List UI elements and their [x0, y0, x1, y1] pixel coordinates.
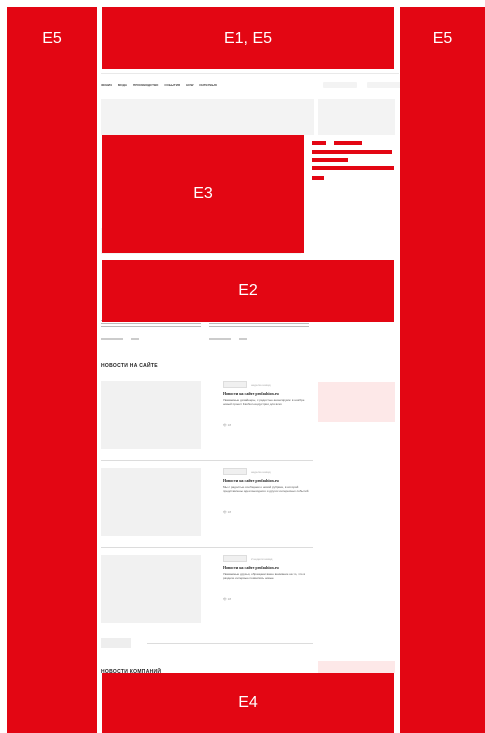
side-tag-2	[334, 141, 362, 145]
news-divider	[101, 547, 313, 548]
news-date: неделю назад	[251, 469, 271, 474]
nav-button-1[interactable]	[323, 82, 357, 88]
side-tag-3	[312, 150, 392, 154]
main-nav: ФИНИЗ МОДА ПРОИЗВОДСТВО СОБЫТИЯ HOW ИНТЕ…	[101, 79, 401, 91]
card-meta-date-bar-2	[209, 338, 231, 340]
annotation-e4-bottom: E4	[102, 673, 394, 733]
side-tag-6	[312, 176, 324, 180]
ad-banner-1[interactable]	[318, 382, 395, 422]
annotation-e2-banner: E2	[102, 260, 394, 322]
side-tag-1	[312, 141, 326, 145]
side-tag-5	[312, 166, 394, 170]
annotation-label: E3	[193, 185, 213, 202]
news-views: 👁 18	[223, 423, 231, 427]
news-date-row: неделю назад	[223, 468, 271, 475]
annotation-label: E1, E5	[223, 30, 273, 47]
news-excerpt: Мы с радостью сообщаем о новой рубрике, …	[223, 485, 309, 493]
news-views-count: 18	[227, 423, 231, 427]
annotation-label: E2	[238, 282, 258, 299]
news-thumbnail[interactable]	[101, 555, 201, 623]
website-background: ФИНИЗ МОДА ПРОИЗВОДСТВО СОБЫТИЯ HOW ИНТЕ…	[97, 0, 401, 733]
news-views-count: 18	[227, 510, 231, 514]
news-thumbnail[interactable]	[101, 381, 201, 449]
annotation-e3-hero: E3	[102, 135, 304, 253]
annotation-label: E4	[238, 694, 258, 711]
nav-item-3[interactable]: СОБЫТИЯ	[164, 83, 180, 87]
news-date: 2 недели назад	[251, 556, 273, 561]
news-date-row: 2 недели назад	[223, 555, 272, 562]
annotation-e5-right: E5	[400, 7, 485, 733]
news-divider	[101, 460, 313, 461]
news-views: 👁 18	[223, 597, 231, 601]
load-more-divider	[147, 643, 313, 644]
nav-item-5[interactable]: ИНТЕРВЬЮ	[199, 83, 217, 87]
news-thumbnail[interactable]	[101, 468, 201, 536]
news-excerpt: Уважаемые дизайнеры, с радостью анонсиру…	[223, 398, 305, 406]
nav-item-4[interactable]: HOW	[186, 83, 193, 87]
annotation-e5-left: E5	[7, 7, 97, 733]
hero-placeholder-top	[101, 99, 314, 135]
annotation-e1-e5-top: E1, E5	[102, 7, 394, 69]
nav-item-1[interactable]: МОДА	[118, 83, 127, 87]
load-more-button[interactable]	[101, 638, 131, 648]
news-title[interactable]: Новости на сайте profashion.ru	[223, 565, 279, 570]
news-date-row: неделю назад	[223, 381, 271, 388]
card-meta-date-bar	[101, 338, 123, 340]
news-views: 👁 18	[223, 510, 231, 514]
annotation-label: E5	[42, 30, 62, 47]
section-title-site-news: НОВОСТИ НА САЙТЕ	[101, 363, 158, 369]
news-date: неделю назад	[251, 382, 271, 387]
card-meta-views-bar	[131, 338, 139, 340]
nav-item-0[interactable]: ФИНИЗ	[101, 83, 112, 87]
news-item[interactable]: 2 недели назад Новости на сайте profashi…	[101, 555, 313, 635]
nav-links: ФИНИЗ МОДА ПРОИЗВОДСТВО СОБЫТИЯ HOW ИНТЕ…	[101, 83, 217, 87]
news-views-count: 18	[227, 597, 231, 601]
nav-item-2[interactable]: ПРОИЗВОДСТВО	[133, 83, 158, 87]
news-category-chip[interactable]	[223, 468, 247, 475]
news-category-chip[interactable]	[223, 555, 247, 562]
news-title[interactable]: Новости на сайте profashion.ru	[223, 478, 279, 483]
news-category-chip[interactable]	[223, 381, 247, 388]
news-item[interactable]: неделю назад Новости на сайте profashion…	[101, 468, 313, 548]
page: ФИНИЗ МОДА ПРОИЗВОДСТВО СОБЫТИЯ HOW ИНТЕ…	[0, 0, 485, 733]
news-excerpt: Уважаемые друзья, обращаем ваше внимание…	[223, 572, 306, 580]
side-card[interactable]	[318, 99, 395, 135]
card-meta-right	[209, 338, 247, 340]
side-tag-4	[312, 158, 348, 162]
ad-banner-2[interactable]	[318, 661, 395, 673]
news-item[interactable]: неделю назад Новости на сайте profashion…	[101, 381, 313, 461]
news-title[interactable]: Новости на сайте profashion.ru	[223, 391, 279, 396]
card-meta-left	[101, 338, 139, 340]
annotation-label: E5	[432, 30, 453, 47]
card-meta-views-bar-2	[239, 338, 247, 340]
nav-button-2[interactable]	[367, 82, 401, 88]
header-divider	[101, 73, 399, 74]
